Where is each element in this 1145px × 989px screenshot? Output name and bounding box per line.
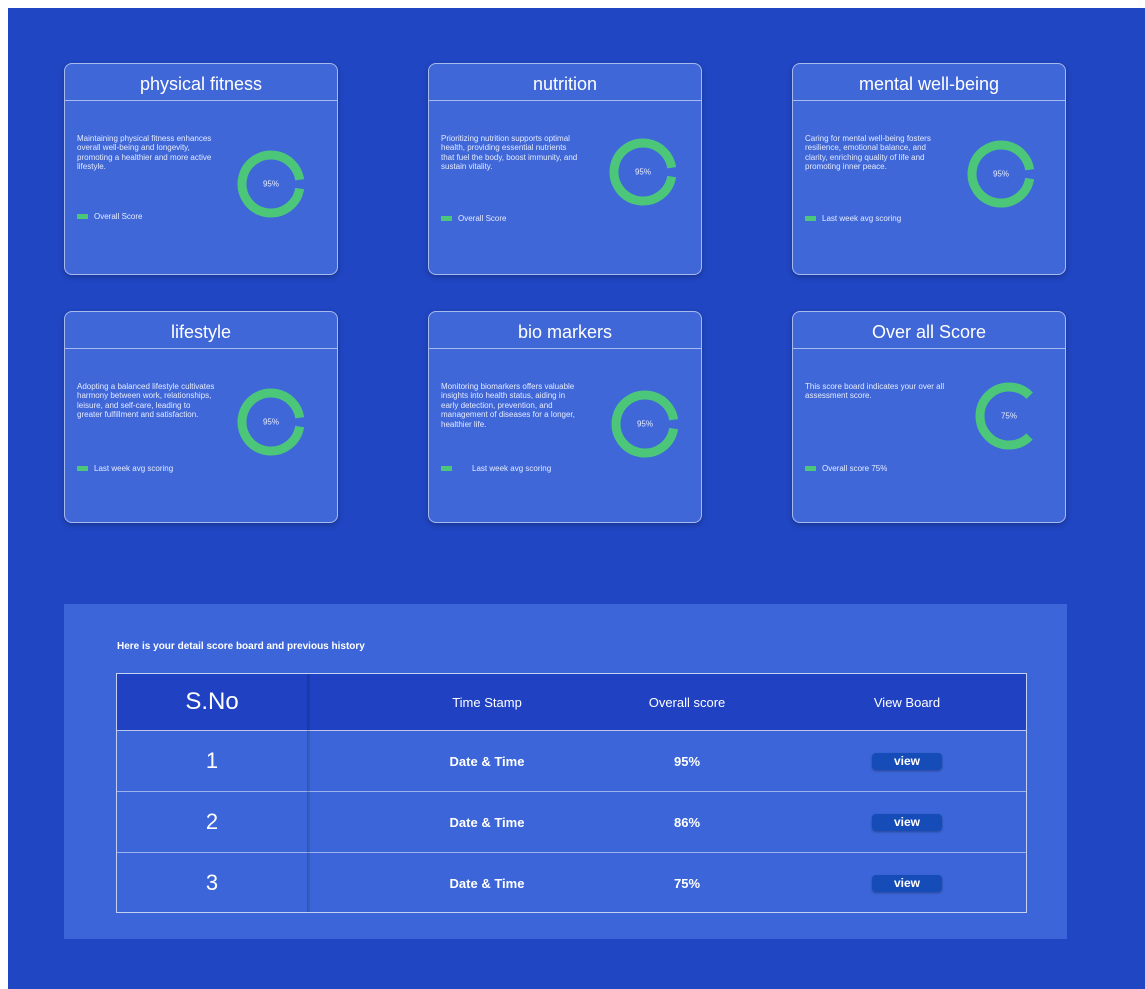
card-description: Maintaining physical fitness enhances ov… <box>77 134 212 172</box>
legend: Last week avg scoring <box>77 464 173 473</box>
legend-swatch <box>77 466 88 471</box>
legend: Overall Score <box>77 212 142 221</box>
row-sno: 3 <box>205 870 219 895</box>
view-button[interactable]: view <box>872 874 942 892</box>
card-description: Monitoring biomarkers offers valuable in… <box>441 382 575 429</box>
score-percentage: 95% <box>262 417 279 427</box>
card-description: This score board indicates your over all… <box>805 382 945 401</box>
card-physical-fitness: physical fitness Maintaining physical fi… <box>64 63 338 275</box>
score-percentage: 95% <box>992 169 1009 179</box>
row-time-stamp: Date & Time <box>449 753 525 769</box>
header-view-board: View Board <box>873 694 941 710</box>
table-row: 2 Date & Time 86% view <box>117 792 1026 853</box>
legend-label: Overall score 75% <box>822 464 888 473</box>
score-percentage: 95% <box>634 167 651 177</box>
card-nutrition: nutrition Prioritizing nutrition support… <box>428 63 702 275</box>
card-mental-well-being: mental well-being Caring for mental well… <box>792 63 1066 275</box>
row-view-cell: view <box>807 853 1007 913</box>
row-time-stamp: Date & Time <box>449 814 525 830</box>
row-sno: 2 <box>205 809 219 834</box>
card-title: mental well-being <box>793 64 1065 101</box>
card-title: physical fitness <box>65 64 337 101</box>
card-lifestyle: lifestyle Adopting a balanced lifestyle … <box>64 311 338 523</box>
row-overall-score: 86% <box>673 814 701 830</box>
card-description: Adopting a balanced lifestyle cultivates… <box>77 382 215 420</box>
card-overall-score: Over all Score This score board indicate… <box>792 311 1066 523</box>
card-bio-markers: bio markers Monitoring biomarkers offers… <box>428 311 702 523</box>
score-donut: 95% <box>235 386 307 458</box>
header-overall-score: Overall score <box>648 694 726 710</box>
legend-swatch <box>77 214 88 219</box>
score-donut: 95% <box>607 136 679 208</box>
legend-label: Overall Score <box>94 212 143 221</box>
score-donut: 75% <box>973 380 1045 452</box>
dashboard-canvas: physical fitness Maintaining physical fi… <box>8 8 1145 989</box>
scoreboard-panel: Here is your detail score board and prev… <box>64 604 1067 939</box>
score-donut: 95% <box>965 138 1037 210</box>
table-row: 1 Date & Time 95% view <box>117 731 1026 792</box>
legend-swatch <box>805 466 816 471</box>
legend-swatch <box>441 466 452 471</box>
score-donut: 95% <box>609 388 681 460</box>
legend: Overall Score <box>441 214 506 223</box>
legend-label: Last week avg scoring <box>472 464 552 473</box>
column-divider-shadow <box>307 674 311 912</box>
card-description: Prioritizing nutrition supports optimal … <box>441 134 578 172</box>
legend-swatch <box>805 216 816 221</box>
legend-swatch <box>441 216 452 221</box>
row-overall-score: 95% <box>673 753 701 769</box>
card-title: bio markers <box>429 312 701 349</box>
table-header-row: S.No Time Stamp Overall score View Board <box>117 674 1026 731</box>
legend: Last week avg scoring <box>441 464 551 473</box>
legend: Overall score 75% <box>805 464 887 473</box>
row-time-stamp: Date & Time <box>449 875 525 891</box>
header-sno: S.No <box>185 688 239 715</box>
view-button[interactable]: view <box>872 752 942 770</box>
row-sno: 1 <box>205 748 219 773</box>
card-title: lifestyle <box>65 312 337 349</box>
card-title: nutrition <box>429 64 701 101</box>
score-donut: 95% <box>235 148 307 220</box>
scoreboard-caption: Here is your detail score board and prev… <box>117 641 365 652</box>
table-row: 3 Date & Time 75% view <box>117 853 1026 913</box>
score-history-table: S.No Time Stamp Overall score View Board… <box>116 673 1027 913</box>
legend: Last week avg scoring <box>805 214 901 223</box>
legend-label: Last week avg scoring <box>94 464 174 473</box>
legend-label: Overall Score <box>458 214 507 223</box>
row-view-cell: view <box>807 731 1007 791</box>
score-percentage: 75% <box>1000 411 1017 421</box>
score-percentage: 95% <box>262 179 279 189</box>
score-percentage: 95% <box>636 419 653 429</box>
row-view-cell: view <box>807 792 1007 852</box>
header-time-stamp: Time Stamp <box>452 694 522 710</box>
card-description: Caring for mental well-being fosters res… <box>805 134 931 172</box>
legend-label: Last week avg scoring <box>822 214 902 223</box>
view-button[interactable]: view <box>872 813 942 831</box>
row-overall-score: 75% <box>673 875 701 891</box>
card-title: Over all Score <box>793 312 1065 349</box>
